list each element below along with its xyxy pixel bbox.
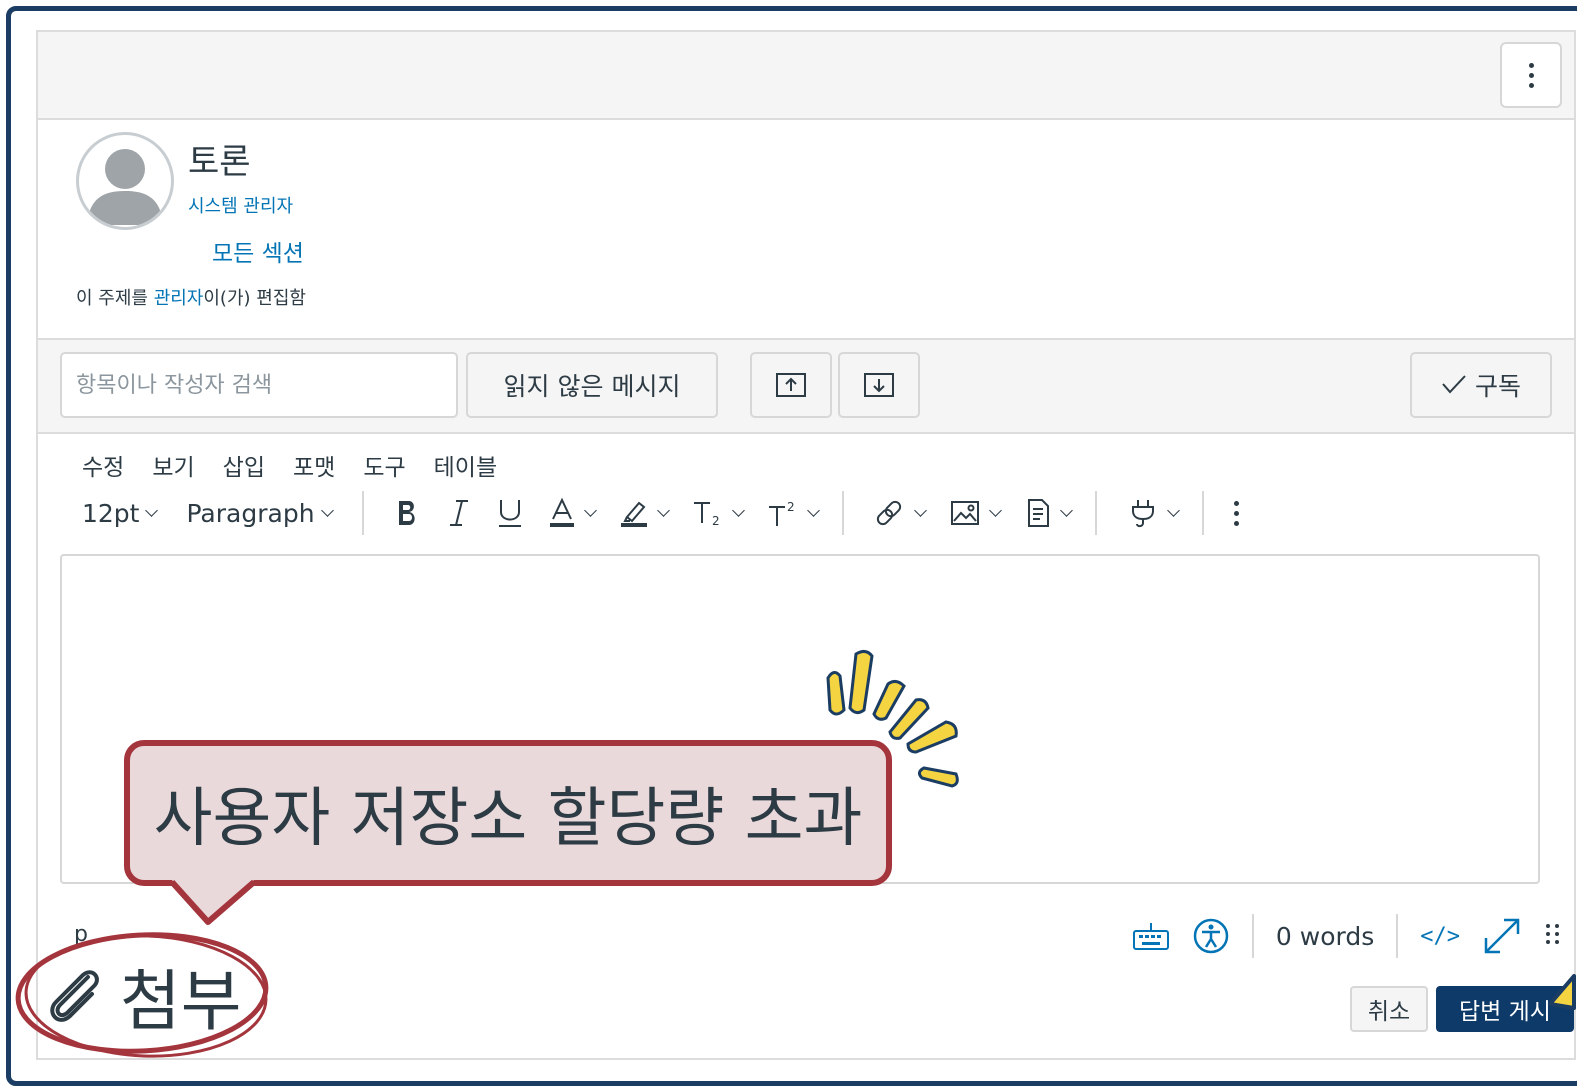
- chevron-down-icon: [731, 504, 745, 517]
- check-icon: [1442, 375, 1466, 394]
- edited-suffix: 이(가) 편집함: [203, 288, 306, 309]
- menu-tools[interactable]: 도구: [363, 448, 405, 482]
- html-editor-toggle[interactable]: </>: [1420, 924, 1460, 949]
- plugin-button[interactable]: [1127, 497, 1180, 529]
- discussion-toolbar: 읽지 않은 메시지 구독: [38, 338, 1574, 434]
- discussion-header: [38, 32, 1574, 120]
- chevron-down-icon: [806, 504, 820, 517]
- fullscreen-icon[interactable]: [1482, 916, 1522, 956]
- subscribe-button[interactable]: 구독: [1410, 352, 1552, 418]
- author-block: 토론 시스템 관리자 모든 섹션 이 주제를 관리자이(가) 편집함: [38, 120, 1574, 338]
- chevron-down-icon: [320, 504, 334, 517]
- statusbar-tools: 0 words </>: [1132, 912, 1562, 960]
- quota-exceeded-callout: 사용자 저장소 할당량 초과: [124, 740, 892, 886]
- sections-link[interactable]: 모든 섹션: [212, 234, 304, 268]
- more-options-button[interactable]: [1500, 42, 1562, 108]
- toolbar-divider: [361, 491, 364, 535]
- block-format-value: Paragraph: [186, 498, 315, 528]
- toolbar-divider: [1094, 491, 1097, 535]
- chevron-down-icon: [988, 504, 1002, 517]
- toolbar-divider: [1201, 491, 1204, 535]
- callout-pointer: [170, 880, 256, 925]
- author-name: 토론: [188, 142, 251, 182]
- pointer-annotation: [1548, 974, 1576, 1010]
- expand-button[interactable]: [838, 352, 920, 418]
- bold-button[interactable]: [394, 498, 422, 528]
- reply-actions: 취소 답변 게시: [1350, 986, 1574, 1032]
- chevron-down-icon: [583, 504, 597, 517]
- plug-icon: [1131, 500, 1154, 528]
- chevron-down-icon: [913, 504, 927, 517]
- cancel-button[interactable]: 취소: [1350, 986, 1428, 1032]
- editor-link[interactable]: 관리자: [154, 288, 204, 309]
- unread-filter-button[interactable]: 읽지 않은 메시지: [466, 352, 718, 418]
- superscript-icon: 2: [768, 500, 795, 526]
- accessibility-icon[interactable]: [1192, 917, 1230, 955]
- chevron-down-icon: [1166, 504, 1180, 517]
- document-icon: [1027, 499, 1049, 527]
- bold-icon: [398, 501, 415, 525]
- statusbar-divider: [1396, 914, 1399, 958]
- edited-prefix: 이 주제를: [76, 288, 154, 309]
- discussion-panel: 토론 시스템 관리자 모든 섹션 이 주제를 관리자이(가) 편집함 읽지 않은…: [36, 30, 1576, 1060]
- attach-button[interactable]: 첨부: [40, 948, 241, 1044]
- kebab-icon: [1528, 62, 1534, 88]
- text-color-icon: [549, 497, 574, 527]
- search-input[interactable]: [60, 352, 458, 418]
- resize-handle-icon[interactable]: [1544, 920, 1562, 952]
- toolbar-divider: [841, 491, 844, 535]
- author-role[interactable]: 시스템 관리자: [188, 192, 293, 218]
- paperclip-icon: [50, 970, 99, 1022]
- collapse-icon: [776, 373, 806, 397]
- attach-label: 첨부: [120, 963, 242, 1040]
- menu-format[interactable]: 포맷: [293, 448, 335, 482]
- expand-icon: [864, 373, 894, 397]
- font-size-select[interactable]: 12pt: [82, 498, 159, 528]
- statusbar-divider: [1251, 914, 1254, 958]
- svg-text:2: 2: [787, 500, 795, 514]
- edited-by-note: 이 주제를 관리자이(가) 편집함: [76, 284, 306, 310]
- font-size-value: 12pt: [82, 498, 140, 528]
- svg-text:2: 2: [712, 514, 720, 528]
- sparkle-annotation: [826, 649, 959, 788]
- subscribe-label: 구독: [1474, 372, 1521, 401]
- text-color-button[interactable]: [548, 497, 597, 529]
- underline-button[interactable]: [496, 497, 524, 529]
- subscript-button[interactable]: 2: [692, 498, 745, 528]
- italic-icon: [449, 500, 468, 526]
- menu-edit[interactable]: 수정: [82, 448, 124, 482]
- menu-view[interactable]: 보기: [152, 448, 194, 482]
- word-count[interactable]: 0 words: [1276, 922, 1374, 951]
- subscript-icon: 2: [693, 502, 720, 528]
- chevron-down-icon: [1059, 504, 1073, 517]
- keyboard-icon[interactable]: [1132, 921, 1170, 951]
- italic-button[interactable]: [446, 498, 472, 528]
- more-tools-button[interactable]: [1233, 500, 1239, 526]
- highlight-icon: [620, 501, 647, 527]
- underline-icon: [498, 500, 521, 527]
- avatar-placeholder-icon: [87, 149, 163, 225]
- highlight-button[interactable]: [619, 497, 670, 529]
- block-format-select[interactable]: Paragraph: [186, 498, 334, 528]
- image-button[interactable]: [949, 498, 1002, 528]
- chevron-down-icon: [656, 504, 670, 517]
- menu-table[interactable]: 테이블: [434, 448, 497, 482]
- collapse-button[interactable]: [750, 352, 832, 418]
- chevron-down-icon: [145, 504, 159, 517]
- menu-insert[interactable]: 삽입: [223, 448, 265, 482]
- image-icon: [950, 501, 979, 525]
- avatar: [76, 132, 174, 230]
- superscript-button[interactable]: 2: [767, 498, 820, 528]
- link-button[interactable]: [874, 497, 927, 529]
- format-toolbar: 12pt Paragraph 2 2: [82, 488, 1502, 538]
- document-button[interactable]: [1024, 497, 1073, 529]
- link-icon: [876, 500, 901, 526]
- editor-menubar: 수정 보기 삽입 포맷 도구 테이블: [82, 448, 497, 482]
- kebab-icon: [1233, 500, 1239, 526]
